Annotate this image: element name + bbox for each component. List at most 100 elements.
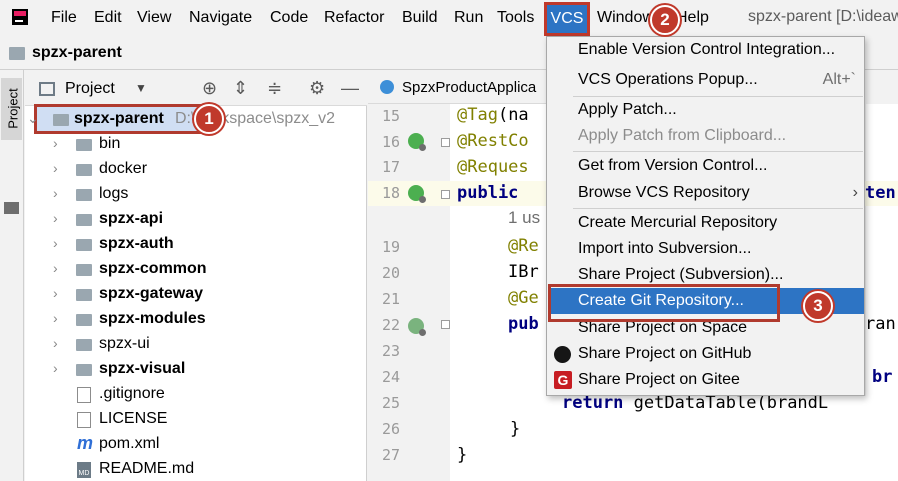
code-line-15: @Tag(na <box>457 105 529 125</box>
tree-label: spzx-common <box>99 260 207 277</box>
breadcrumb-project[interactable]: spzx-parent <box>32 44 122 62</box>
code-annotation: @Reques <box>457 157 529 177</box>
structure-icon[interactable] <box>4 202 19 214</box>
chevron-down-icon[interactable]: ⌄ <box>27 110 39 127</box>
chevron-right-icon[interactable]: › <box>53 360 58 376</box>
folder-icon <box>76 289 92 301</box>
menu-tools[interactable]: Tools <box>497 8 534 28</box>
menu-item-share-gitee[interactable]: G Share Project on Gitee <box>548 367 864 393</box>
code-keyword: public <box>457 183 519 203</box>
web-endpoint-icon[interactable] <box>408 318 426 336</box>
usages-hint[interactable]: 1 us <box>508 208 540 228</box>
chevron-right-icon[interactable]: › <box>53 235 58 251</box>
code-line-17: @Reques <box>457 157 529 177</box>
menu-item-enable-vcs[interactable]: Enable Version Control Integration... <box>548 37 864 63</box>
expand-all-icon[interactable]: ⇕ <box>233 78 248 98</box>
chevron-right-icon[interactable]: › <box>53 335 58 351</box>
tree-label: bin <box>99 135 121 152</box>
file-icon <box>77 412 91 428</box>
line-number: 21 <box>381 290 400 308</box>
tree-item[interactable]: › docker <box>25 157 367 182</box>
spring-bean-icon[interactable] <box>408 133 426 151</box>
line-number: 16 <box>381 133 400 151</box>
menu-help[interactable]: Help <box>676 8 709 28</box>
chevron-down-icon[interactable]: ▼ <box>135 81 147 95</box>
tree-item[interactable]: › bin <box>25 132 367 157</box>
menu-build[interactable]: Build <box>402 8 438 28</box>
menu-item-label: Share Project (Subversion)... <box>578 266 784 283</box>
fold-icon[interactable] <box>441 190 450 199</box>
tree-item[interactable]: › spzx-common <box>25 257 367 282</box>
fold-icon[interactable] <box>441 320 450 329</box>
menu-run[interactable]: Run <box>454 8 483 28</box>
file-icon <box>77 387 91 403</box>
tree-item[interactable]: MD README.md <box>25 457 367 481</box>
project-panel: Project ▼ ⊕ ⇕ ≑ ⚙ — ⌄ spzx-parent D:\wor… <box>25 70 367 481</box>
code-keyword: pub <box>508 314 539 334</box>
gear-icon[interactable]: ⚙ <box>309 78 325 98</box>
menu-item-share-github[interactable]: Share Project on GitHub <box>548 341 864 367</box>
tree-item[interactable]: LICENSE <box>25 407 367 432</box>
menu-item-label: Import into Subversion... <box>578 240 752 257</box>
code-brace: } <box>457 445 468 465</box>
menu-separator <box>573 151 863 152</box>
project-tool-tab[interactable]: Project <box>1 78 22 140</box>
folder-icon <box>76 314 92 326</box>
menu-item-label: Browse VCS Repository <box>578 184 750 201</box>
menu-item-import-svn[interactable]: Import into Subversion... <box>548 236 864 262</box>
menu-item-get-from-vc[interactable]: Get from Version Control... <box>548 153 864 179</box>
line-number: 19 <box>381 238 400 256</box>
chevron-right-icon[interactable]: › <box>53 135 58 151</box>
code-area-right[interactable] <box>866 104 898 404</box>
line-number: 24 <box>381 368 400 386</box>
menu-item-vcs-popup[interactable]: VCS Operations Popup... Alt+` <box>548 67 864 93</box>
menu-file[interactable]: File <box>51 8 77 28</box>
tree-label: spzx-api <box>99 210 164 227</box>
tree-item[interactable]: › spzx-auth <box>25 232 367 257</box>
chevron-right-icon[interactable]: › <box>53 160 58 176</box>
tree-label: logs <box>99 185 129 202</box>
menu-item-browse-vcs[interactable]: Browse VCS Repository › <box>548 180 864 206</box>
maven-icon: m <box>77 433 94 453</box>
project-panel-title[interactable]: Project <box>65 80 115 98</box>
tree-item[interactable]: › spzx-visual <box>25 357 367 382</box>
tree-item[interactable]: › spzx-ui <box>25 332 367 357</box>
tree-label: docker <box>99 160 148 177</box>
chevron-right-icon[interactable]: › <box>53 185 58 201</box>
menu-navigate[interactable]: Navigate <box>189 8 252 28</box>
menu-item-apply-patch[interactable]: Apply Patch... <box>548 97 864 123</box>
chevron-right-icon[interactable]: › <box>53 260 58 276</box>
menu-code[interactable]: Code <box>270 8 308 28</box>
menu-refactor[interactable]: Refactor <box>324 8 384 28</box>
markdown-icon: MD <box>77 462 91 478</box>
menu-vcs[interactable]: VCS <box>544 2 590 36</box>
locate-icon[interactable]: ⊕ <box>202 78 217 98</box>
line-number: 25 <box>381 394 400 412</box>
folder-icon <box>76 164 92 176</box>
menu-window[interactable]: Window <box>597 8 654 28</box>
tree-item[interactable]: .gitignore <box>25 382 367 407</box>
tree-label: spzx-visual <box>99 360 186 377</box>
minimize-icon[interactable]: — <box>341 78 359 98</box>
chevron-right-icon[interactable]: › <box>53 285 58 301</box>
menu-item-create-mercurial[interactable]: Create Mercurial Repository <box>548 210 864 236</box>
tree-item[interactable]: › spzx-gateway <box>25 282 367 307</box>
chevron-right-icon[interactable]: › <box>53 310 58 326</box>
menu-edit[interactable]: Edit <box>94 8 122 28</box>
tree-item[interactable]: › spzx-modules <box>25 307 367 332</box>
chevron-right-icon: › <box>852 184 858 201</box>
tree-item[interactable]: › logs <box>25 182 367 207</box>
chevron-right-icon[interactable]: › <box>53 210 58 226</box>
editor-tab[interactable]: SpzxProductApplica <box>402 79 536 96</box>
tree-label: spzx-gateway <box>99 285 204 302</box>
code-text: IBr <box>508 262 539 282</box>
tree-label: spzx-modules <box>99 310 206 327</box>
tree-item[interactable]: m pom.xml <box>25 432 367 457</box>
fold-icon[interactable] <box>441 138 450 147</box>
spring-bean-icon[interactable] <box>408 185 426 203</box>
tree-item[interactable]: › spzx-api <box>25 207 367 232</box>
menu-view[interactable]: View <box>137 8 171 28</box>
folder-icon <box>76 189 92 201</box>
collapse-all-icon[interactable]: ≑ <box>267 78 282 98</box>
code-text: (na <box>497 105 529 125</box>
